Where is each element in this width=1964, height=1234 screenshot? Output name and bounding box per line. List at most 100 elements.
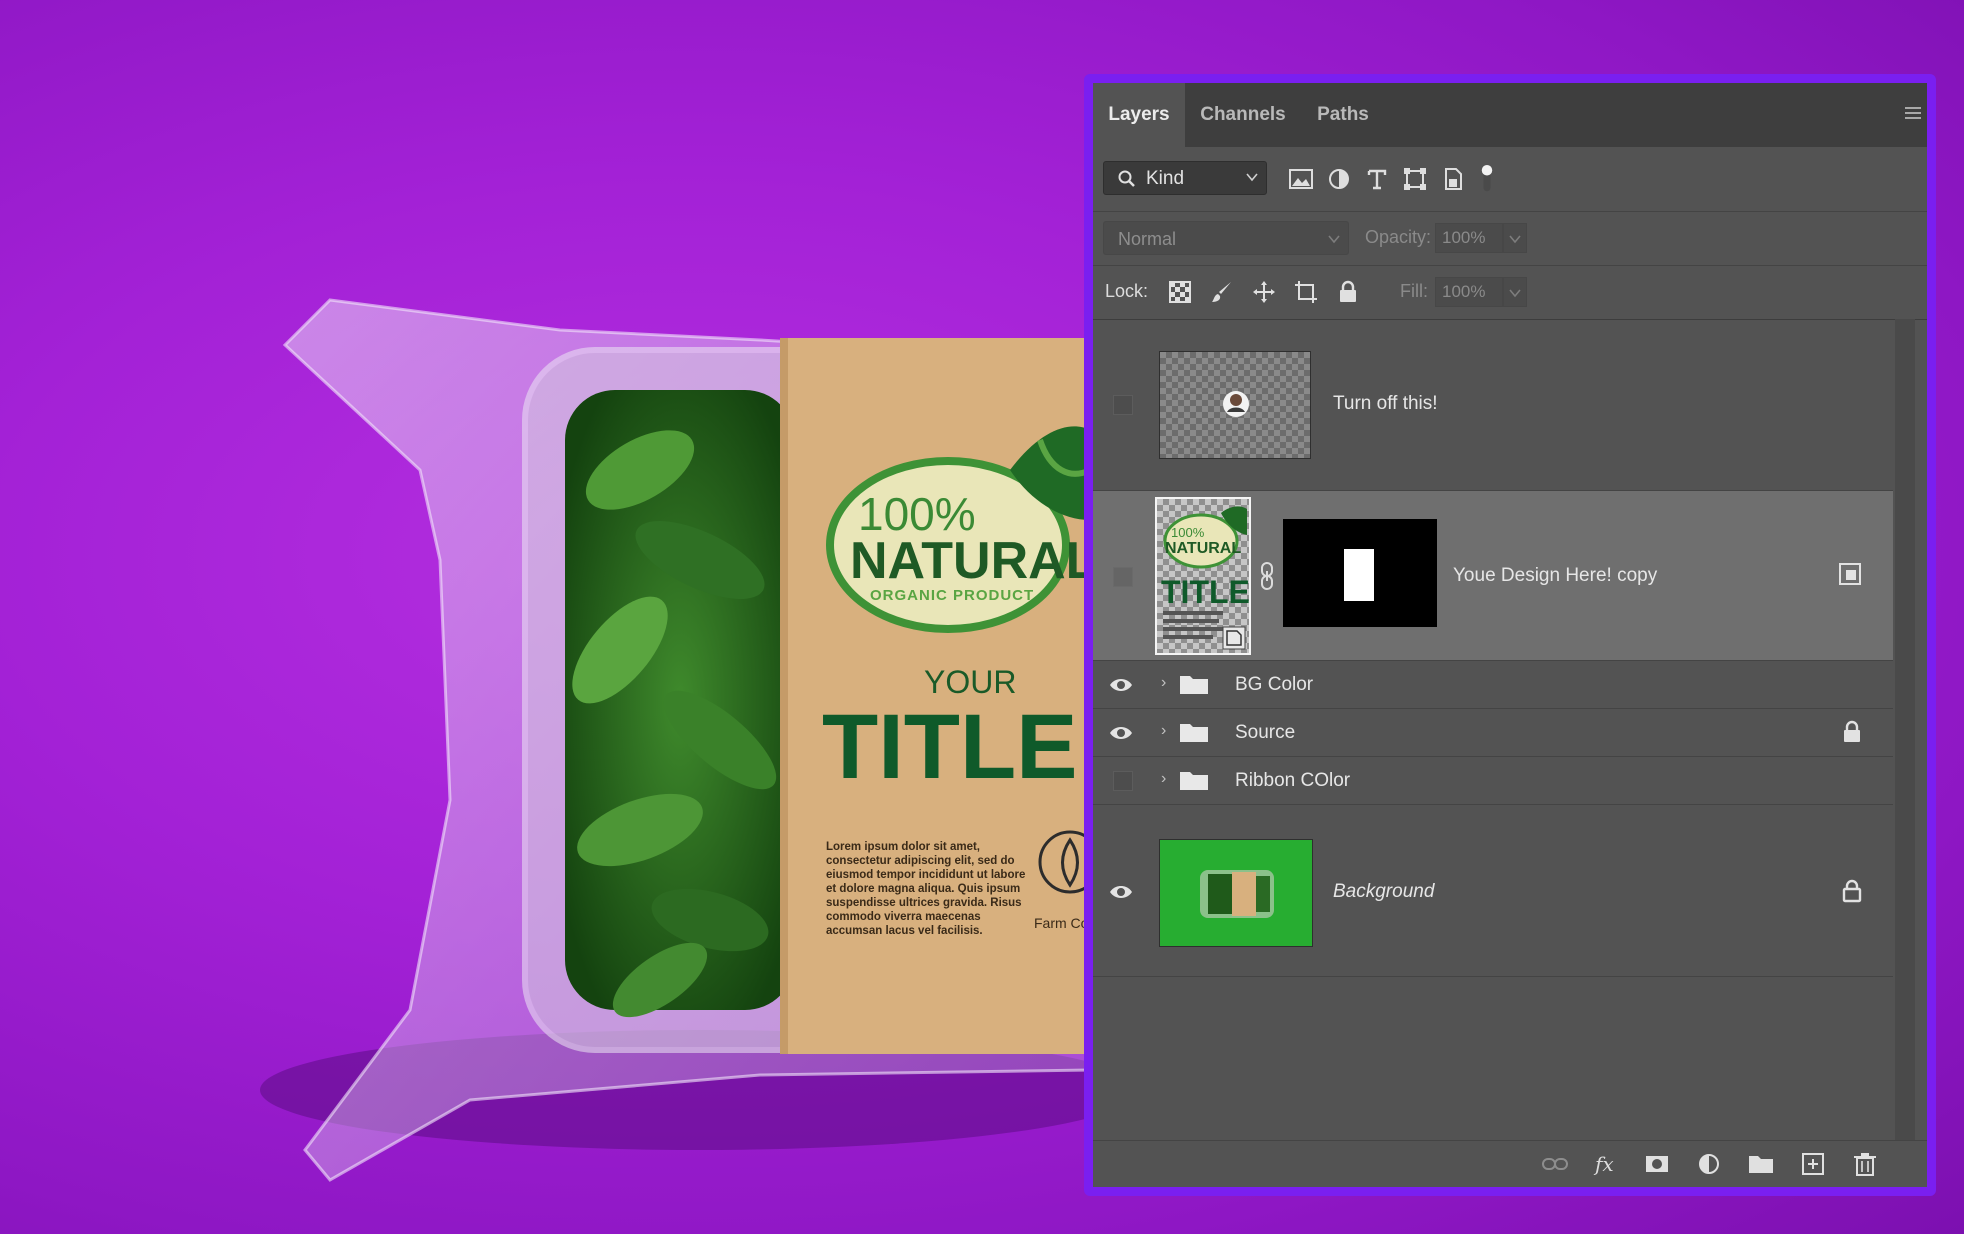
chevron-down-icon xyxy=(1509,235,1521,244)
layer-thumbnail xyxy=(1159,351,1311,459)
layer-mask-thumbnail[interactable] xyxy=(1283,519,1437,627)
opacity-label: Opacity: xyxy=(1365,227,1432,247)
lock-position-icon[interactable] xyxy=(1251,279,1277,305)
avatar-icon xyxy=(1223,391,1249,417)
farm-name: Farm Co xyxy=(1034,915,1089,931)
kind-filter-label: Kind xyxy=(1146,168,1185,189)
badge-sub: ORGANIC PRODUCT xyxy=(870,587,1034,604)
folder-icon xyxy=(1180,772,1208,790)
eye-icon[interactable] xyxy=(1109,881,1133,903)
lorem-line: accumsan lacus vel facilisis. xyxy=(826,925,983,937)
folder-icon xyxy=(1180,676,1208,694)
layers-list: Turn off this! 100% NATURAL TITLE Youe D… xyxy=(1093,319,1893,1149)
expand-arrow-icon[interactable]: › xyxy=(1161,722,1166,740)
delete-icon[interactable] xyxy=(1851,1151,1879,1177)
expand-arrow-icon[interactable]: › xyxy=(1161,770,1166,788)
smart-object-filter-icon[interactable] xyxy=(1439,165,1467,193)
design-preview: 100% NATURAL TITLE xyxy=(1161,506,1249,650)
blend-mode-value: Normal xyxy=(1118,229,1177,249)
lorem-line: Lorem ipsum dolor sit amet, xyxy=(826,841,980,853)
lock-artboard-icon[interactable] xyxy=(1293,279,1319,305)
layer-row-background[interactable]: Background xyxy=(1093,805,1893,977)
label-your: YOUR xyxy=(924,664,1016,700)
lorem-line: suspendisse ultrices gravida. Risus xyxy=(826,897,1022,909)
lock-row: Lock: Fill: 100% xyxy=(1093,265,1927,320)
new-layer-icon[interactable] xyxy=(1799,1151,1827,1177)
opacity-slider-button[interactable] xyxy=(1503,223,1527,253)
layer-row-design-copy[interactable]: 100% NATURAL TITLE Youe Design Here! cop… xyxy=(1093,491,1893,661)
lorem-line: eiusmod tempor incididunt ut labore xyxy=(826,869,1025,881)
lock-transparency-icon[interactable] xyxy=(1167,279,1193,305)
layer-name[interactable]: Source xyxy=(1235,722,1295,744)
layer-name[interactable]: Ribbon COlor xyxy=(1235,770,1350,792)
opacity-input[interactable]: 100% xyxy=(1435,223,1503,253)
svg-text:NATURAL: NATURAL xyxy=(1165,540,1241,557)
layer-row-bg-color[interactable]: › BG Color xyxy=(1093,661,1893,709)
visibility-toggle-off[interactable] xyxy=(1113,395,1133,415)
smart-object-icon xyxy=(1839,563,1861,585)
link-layers-icon[interactable] xyxy=(1541,1151,1569,1177)
eye-icon[interactable] xyxy=(1109,722,1133,744)
visibility-toggle-off[interactable] xyxy=(1113,567,1133,587)
fill-input[interactable]: 100% xyxy=(1435,277,1503,307)
shape-filter-icon[interactable] xyxy=(1401,165,1429,193)
chevron-down-icon xyxy=(1509,289,1521,298)
expand-arrow-icon[interactable]: › xyxy=(1161,674,1166,692)
layer-name[interactable]: Youe Design Here! copy xyxy=(1453,565,1657,587)
lock-label: Lock: xyxy=(1105,281,1149,301)
chevron-down-icon xyxy=(1246,173,1258,182)
svg-text:TITLE: TITLE xyxy=(1161,574,1249,610)
tab-paths[interactable]: Paths xyxy=(1301,83,1385,147)
tab-layers[interactable]: Layers xyxy=(1093,83,1185,147)
layer-row-source[interactable]: › Source xyxy=(1093,709,1893,757)
eye-icon[interactable] xyxy=(1109,674,1133,696)
lorem-line: commodo viverra maecenas xyxy=(826,911,981,923)
new-group-icon[interactable] xyxy=(1747,1151,1775,1177)
blend-row: Normal Opacity: 100% xyxy=(1093,211,1927,266)
layer-row-ribbon-color[interactable]: › Ribbon COlor xyxy=(1093,757,1893,805)
chevron-down-icon xyxy=(1328,235,1340,244)
lorem-line: et dolore magna aliqua. Quis ipsum xyxy=(826,883,1020,895)
kind-filter-dropdown[interactable]: Kind xyxy=(1103,161,1267,195)
adjustment-filter-icon[interactable] xyxy=(1325,165,1353,193)
chain-link-icon[interactable] xyxy=(1259,561,1275,591)
filter-toggle-icon[interactable] xyxy=(1477,165,1497,193)
tab-channels[interactable]: Channels xyxy=(1185,83,1301,147)
fill-label: Fill: xyxy=(1400,281,1428,301)
visibility-toggle-off[interactable] xyxy=(1113,771,1133,791)
product-thumbnail xyxy=(1160,840,1312,946)
lock-image-pixels-icon[interactable] xyxy=(1209,279,1235,305)
panel-menu-icon[interactable] xyxy=(1905,107,1921,121)
layer-row-turn-off[interactable]: Turn off this! xyxy=(1093,319,1893,491)
mask-shape xyxy=(1344,549,1374,601)
folder-icon xyxy=(1180,724,1208,742)
background-thumbnail xyxy=(1159,839,1313,947)
layer-name[interactable]: Turn off this! xyxy=(1333,393,1438,415)
layer-name[interactable]: Background xyxy=(1333,881,1434,903)
product-mockup: 100% NATURAL ORGANIC PRODUCT YOUR TITLE … xyxy=(260,298,1090,1182)
filter-row: Kind xyxy=(1093,147,1927,212)
add-mask-icon[interactable] xyxy=(1643,1151,1671,1177)
lock-all-icon[interactable] xyxy=(1335,279,1361,305)
type-filter-icon[interactable] xyxy=(1363,165,1391,193)
smart-object-thumbnail: 100% NATURAL TITLE xyxy=(1155,497,1251,655)
fill-slider-button[interactable] xyxy=(1503,277,1527,307)
lorem-line: consectetur adipiscing elit, sed do xyxy=(826,855,1015,867)
layers-scrollbar[interactable] xyxy=(1895,319,1915,1149)
spinach-leaves xyxy=(565,390,795,1018)
lock-icon xyxy=(1842,879,1862,903)
badge-word: NATURAL xyxy=(850,532,1090,590)
fx-icon[interactable]: fx xyxy=(1593,1151,1621,1177)
label-title: TITLE xyxy=(822,696,1078,798)
panel-bottom-bar: fx xyxy=(1093,1140,1927,1187)
panel-tab-bar: Layers Channels Paths xyxy=(1093,83,1927,147)
blend-mode-dropdown[interactable]: Normal xyxy=(1103,221,1349,255)
adjustment-layer-icon[interactable] xyxy=(1695,1151,1723,1177)
layer-name[interactable]: BG Color xyxy=(1235,674,1313,696)
layers-panel: Layers Channels Paths Kind Normal Opacit… xyxy=(1084,74,1936,1196)
search-icon xyxy=(1118,170,1135,187)
pixel-filter-icon[interactable] xyxy=(1287,165,1315,193)
svg-text:fx: fx xyxy=(1593,1152,1614,1176)
lock-icon xyxy=(1844,720,1860,742)
svg-text:100%: 100% xyxy=(1171,525,1205,540)
